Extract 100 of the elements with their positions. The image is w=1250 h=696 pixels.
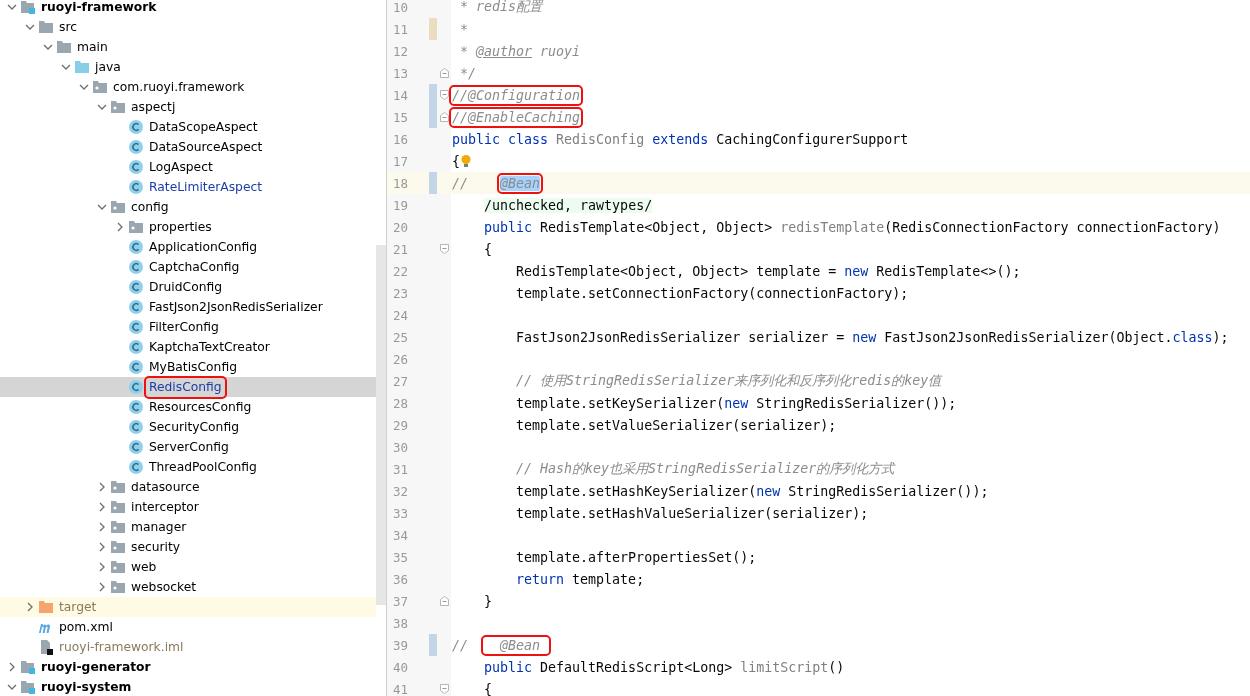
fold-icon[interactable] [439,684,449,694]
line-number: 12 [392,43,410,59]
code-line: // Hash的key也采用StringRedisSerializer的序列化方式 [515,460,895,478]
change-marker[interactable] [429,84,437,106]
tree-item[interactable]: properties [0,217,376,237]
file-icon [38,639,54,655]
line-number: 13 [392,65,410,81]
tree-item[interactable]: java [0,57,376,77]
tree-item[interactable]: KaptchaTextCreator [0,337,376,357]
tree-item[interactable]: websocket [0,577,376,597]
tree-item[interactable]: main [0,37,376,57]
class-icon [128,179,144,195]
tree-item[interactable]: RedisConfig [147,378,224,396]
tree-row[interactable]: RedisConfig [0,377,376,397]
code-line: RedisTemplate<Object, Object> template = new RedisTemplate<>(); [515,263,1021,279]
fold-icon[interactable] [439,244,449,254]
lightbulb-icon[interactable] [460,154,472,168]
code-line: public RedisTemplate<Object, Object> redisTemplate(RedisConnectionFactory connectionFactory) [483,219,1221,235]
tree-item[interactable]: DruidConfig [0,277,376,297]
tree-item[interactable]: aspectj [0,97,376,117]
package-icon [110,479,126,495]
line-number: 10 [392,0,410,15]
line-number: 34 [392,527,410,543]
class-icon [128,419,144,435]
tree-item[interactable]: interceptor [0,497,376,517]
line-number: 24 [392,307,410,323]
code-line: { [483,681,493,696]
tree-item[interactable]: datasource [0,477,376,497]
change-marker[interactable] [429,18,437,40]
tree-item[interactable]: ResourcesConfig [0,397,376,417]
module-folder-icon [20,679,36,695]
line-number: 11 [392,21,410,37]
code-line: template.setHashKeySerializer(new StringRedisSerializer()); [515,483,989,499]
tree-item[interactable]: DataSourceAspect [0,137,376,157]
tree-item[interactable]: ruoyi-framework.iml [0,637,376,657]
tree-item[interactable]: com.ruoyi.framework [0,77,376,97]
tree-item[interactable]: manager [0,517,376,537]
line-number: 38 [392,615,410,631]
line-number: 36 [392,571,410,587]
line-number: 27 [392,373,410,389]
tree-item[interactable]: ruoyi-generator [0,657,376,677]
code-line: public class RedisConfig extends CachingConfigurerSupport [452,131,909,147]
tree-item[interactable]: security [0,537,376,557]
class-icon [128,139,144,155]
tree-item[interactable]: LogAspect [0,157,376,177]
tree-item[interactable]: src [0,17,376,37]
scrollbar[interactable] [376,245,386,605]
class-icon [128,119,144,135]
line-number: 25 [392,329,410,345]
code-text: // [452,637,469,653]
package-icon [110,559,126,575]
tree-item[interactable]: ApplicationConfig [0,237,376,257]
tree-item[interactable]: ThreadPoolConfig [0,457,376,477]
fold-icon[interactable] [439,68,449,78]
tree-item[interactable]: MyBatisConfig [0,357,376,377]
line-number: 32 [392,483,410,499]
code-line: // 使用StringRedisSerializer来序列化和反序列化redis的key值 [515,372,942,390]
tree-item[interactable]: target [0,597,376,617]
tree-item[interactable]: pom.xml [0,617,376,637]
tree-item[interactable]: CaptchaConfig [0,257,376,277]
tree-item[interactable]: ServerConfig [0,437,376,457]
package-icon [110,539,126,555]
change-marker[interactable] [429,634,437,656]
tree-item[interactable]: SecurityConfig [0,417,376,437]
module-folder-icon [20,659,36,675]
class-icon [128,459,144,475]
line-number: 15 [392,109,410,125]
code-line: } [483,593,493,609]
code-line: template.setConnectionFactory(connectionFactory); [515,285,909,301]
class-icon [128,239,144,255]
code-line: */ [459,65,477,81]
fold-icon[interactable] [439,112,449,122]
folder-icon [38,599,54,615]
line-number: 41 [392,681,410,696]
line-number: 19 [392,197,410,213]
line-number: 22 [392,263,410,279]
module-folder-icon [20,0,36,15]
tree-item[interactable]: FilterConfig [0,317,376,337]
tree-item[interactable]: ruoyi-framework [0,0,376,17]
class-icon [128,359,144,375]
class-icon [128,159,144,175]
change-marker[interactable] [429,106,437,128]
line-number: 35 [392,549,410,565]
tree-item[interactable]: FastJson2JsonRedisSerializer [0,297,376,317]
fold-icon[interactable] [439,90,449,100]
line-number: 33 [392,505,410,521]
tree-item[interactable]: config [0,197,376,217]
class-icon [128,279,144,295]
change-marker[interactable] [429,172,437,194]
code-line: * redis配置 [459,0,543,16]
code-line: template.setHashValueSerializer(serializer); [515,505,869,521]
line-number: 31 [392,461,410,477]
highlight-box: @Bean [484,637,549,653]
code-line: FastJson2JsonRedisSerializer serializer = new FastJson2JsonRedisSerializer(Object.class); [515,329,1229,345]
tree-item[interactable]: RateLimiterAspect [0,177,376,197]
package-icon [110,579,126,595]
tree-item[interactable]: ruoyi-system [0,677,376,696]
fold-icon[interactable] [439,596,449,606]
tree-item[interactable]: web [0,557,376,577]
tree-item[interactable]: DataScopeAspect [0,117,376,137]
